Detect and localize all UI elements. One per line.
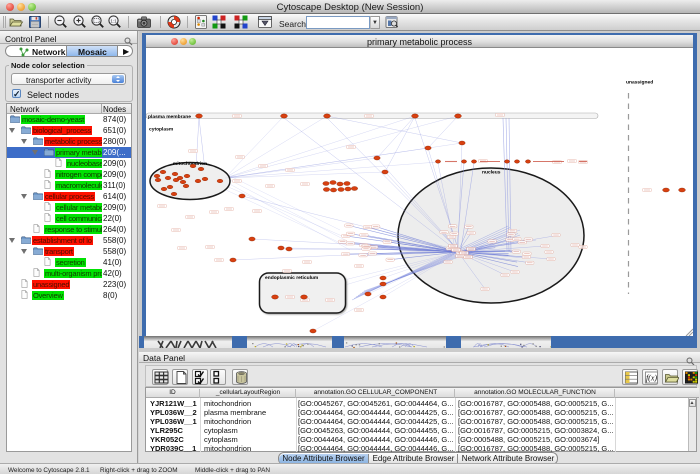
svg-text:plasma membrane: plasma membrane [148, 114, 191, 120]
svg-text:nucleus: nucleus [482, 170, 501, 176]
svg-text:unassigned: unassigned [626, 80, 653, 86]
svg-text:f(x): f(x) [645, 374, 656, 383]
svg-text:endoplasmic reticulum: endoplasmic reticulum [265, 275, 319, 281]
svg-text:cytoplasm: cytoplasm [149, 127, 174, 133]
svg-text:1:1: 1:1 [110, 18, 117, 23]
